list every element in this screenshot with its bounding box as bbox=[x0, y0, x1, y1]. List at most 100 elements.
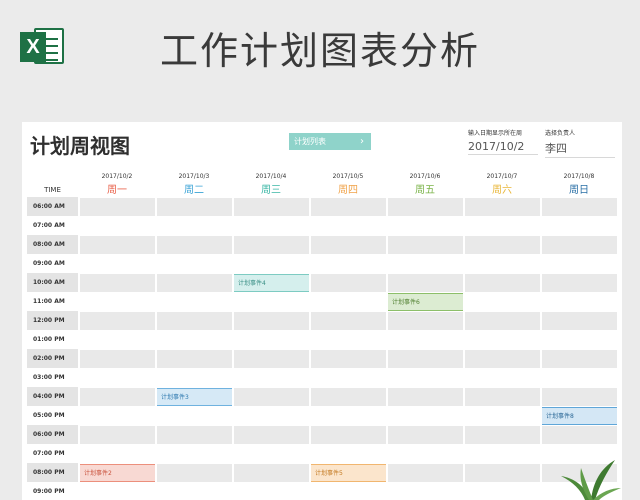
schedule-cell[interactable] bbox=[386, 463, 463, 482]
schedule-cell[interactable] bbox=[309, 330, 386, 349]
schedule-cell[interactable] bbox=[155, 254, 232, 273]
schedule-cell[interactable] bbox=[386, 482, 463, 500]
schedule-cell[interactable] bbox=[232, 368, 309, 387]
schedule-cell[interactable] bbox=[155, 311, 232, 330]
schedule-cell[interactable]: 计划事件2 bbox=[78, 463, 155, 482]
schedule-cell[interactable] bbox=[232, 311, 309, 330]
schedule-cell[interactable] bbox=[540, 311, 617, 330]
schedule-cell[interactable] bbox=[309, 216, 386, 235]
schedule-cell[interactable] bbox=[309, 444, 386, 463]
schedule-cell[interactable] bbox=[78, 235, 155, 254]
schedule-cell[interactable] bbox=[155, 425, 232, 444]
schedule-cell[interactable] bbox=[463, 482, 540, 500]
date-input[interactable]: 2017/10/2 bbox=[468, 140, 538, 155]
schedule-cell[interactable] bbox=[309, 368, 386, 387]
schedule-cell[interactable]: 计划事件6 bbox=[386, 292, 463, 311]
schedule-cell[interactable] bbox=[463, 311, 540, 330]
schedule-cell[interactable] bbox=[78, 273, 155, 292]
schedule-cell[interactable] bbox=[309, 482, 386, 500]
schedule-cell[interactable] bbox=[155, 292, 232, 311]
schedule-cell[interactable] bbox=[386, 197, 463, 216]
plan-list-button[interactable]: 计划列表 › bbox=[289, 133, 371, 150]
schedule-cell[interactable] bbox=[540, 368, 617, 387]
schedule-cell[interactable] bbox=[540, 349, 617, 368]
plan-event[interactable]: 计划事件3 bbox=[157, 388, 232, 406]
date-picker[interactable]: 输入日期显示所在周 2017/10/2 bbox=[468, 128, 538, 155]
schedule-cell[interactable] bbox=[463, 406, 540, 425]
schedule-cell[interactable] bbox=[155, 463, 232, 482]
schedule-cell[interactable] bbox=[232, 482, 309, 500]
owner-select[interactable]: 李四 bbox=[545, 140, 615, 158]
schedule-cell[interactable] bbox=[155, 444, 232, 463]
schedule-cell[interactable] bbox=[155, 197, 232, 216]
schedule-cell[interactable] bbox=[386, 387, 463, 406]
schedule-cell[interactable] bbox=[386, 349, 463, 368]
schedule-cell[interactable] bbox=[386, 216, 463, 235]
schedule-cell[interactable] bbox=[386, 330, 463, 349]
schedule-cell[interactable] bbox=[386, 273, 463, 292]
schedule-cell[interactable]: 计划事件3 bbox=[155, 387, 232, 406]
schedule-cell[interactable] bbox=[540, 235, 617, 254]
schedule-cell[interactable] bbox=[232, 349, 309, 368]
schedule-cell[interactable] bbox=[232, 254, 309, 273]
schedule-cell[interactable] bbox=[386, 444, 463, 463]
schedule-cell[interactable] bbox=[540, 292, 617, 311]
schedule-cell[interactable] bbox=[232, 235, 309, 254]
schedule-cell[interactable] bbox=[78, 368, 155, 387]
schedule-cell[interactable] bbox=[232, 406, 309, 425]
schedule-cell[interactable] bbox=[309, 349, 386, 368]
schedule-cell[interactable] bbox=[155, 368, 232, 387]
schedule-cell[interactable] bbox=[309, 292, 386, 311]
schedule-cell[interactable] bbox=[78, 216, 155, 235]
schedule-cell[interactable] bbox=[232, 216, 309, 235]
schedule-cell[interactable] bbox=[540, 425, 617, 444]
schedule-cell[interactable] bbox=[386, 235, 463, 254]
schedule-cell[interactable] bbox=[232, 425, 309, 444]
schedule-cell[interactable] bbox=[78, 406, 155, 425]
schedule-cell[interactable] bbox=[78, 311, 155, 330]
schedule-cell[interactable] bbox=[232, 444, 309, 463]
schedule-cell[interactable] bbox=[463, 292, 540, 311]
schedule-cell[interactable] bbox=[78, 482, 155, 500]
schedule-cell[interactable] bbox=[155, 330, 232, 349]
schedule-cell[interactable] bbox=[309, 425, 386, 444]
schedule-cell[interactable] bbox=[463, 425, 540, 444]
schedule-cell[interactable] bbox=[78, 349, 155, 368]
schedule-cell[interactable] bbox=[386, 254, 463, 273]
schedule-cell[interactable] bbox=[540, 254, 617, 273]
schedule-cell[interactable] bbox=[78, 197, 155, 216]
schedule-cell[interactable] bbox=[155, 482, 232, 500]
schedule-cell[interactable] bbox=[78, 387, 155, 406]
schedule-cell[interactable] bbox=[386, 311, 463, 330]
schedule-cell[interactable] bbox=[78, 444, 155, 463]
schedule-cell[interactable]: 计划事件5 bbox=[309, 463, 386, 482]
schedule-cell[interactable] bbox=[78, 425, 155, 444]
schedule-cell[interactable] bbox=[155, 235, 232, 254]
schedule-cell[interactable] bbox=[463, 216, 540, 235]
plan-event[interactable]: 计划事件5 bbox=[311, 464, 386, 482]
schedule-cell[interactable] bbox=[540, 387, 617, 406]
plan-event[interactable]: 计划事件8 bbox=[542, 407, 617, 425]
schedule-cell[interactable]: 计划事件8 bbox=[540, 406, 617, 425]
plan-event[interactable]: 计划事件4 bbox=[234, 274, 309, 292]
schedule-cell[interactable] bbox=[232, 387, 309, 406]
schedule-cell[interactable] bbox=[309, 311, 386, 330]
schedule-cell[interactable] bbox=[155, 273, 232, 292]
schedule-cell[interactable] bbox=[232, 463, 309, 482]
schedule-cell[interactable] bbox=[309, 387, 386, 406]
schedule-cell[interactable] bbox=[540, 216, 617, 235]
schedule-cell[interactable] bbox=[155, 216, 232, 235]
schedule-cell[interactable] bbox=[540, 330, 617, 349]
schedule-cell[interactable] bbox=[155, 406, 232, 425]
schedule-cell[interactable] bbox=[386, 406, 463, 425]
schedule-cell[interactable] bbox=[386, 368, 463, 387]
schedule-cell[interactable] bbox=[309, 235, 386, 254]
schedule-cell[interactable] bbox=[78, 330, 155, 349]
schedule-cell[interactable] bbox=[463, 387, 540, 406]
schedule-cell[interactable] bbox=[463, 235, 540, 254]
schedule-cell[interactable] bbox=[463, 368, 540, 387]
schedule-cell[interactable] bbox=[463, 254, 540, 273]
schedule-cell[interactable] bbox=[232, 292, 309, 311]
schedule-cell[interactable] bbox=[463, 330, 540, 349]
schedule-cell[interactable] bbox=[309, 254, 386, 273]
